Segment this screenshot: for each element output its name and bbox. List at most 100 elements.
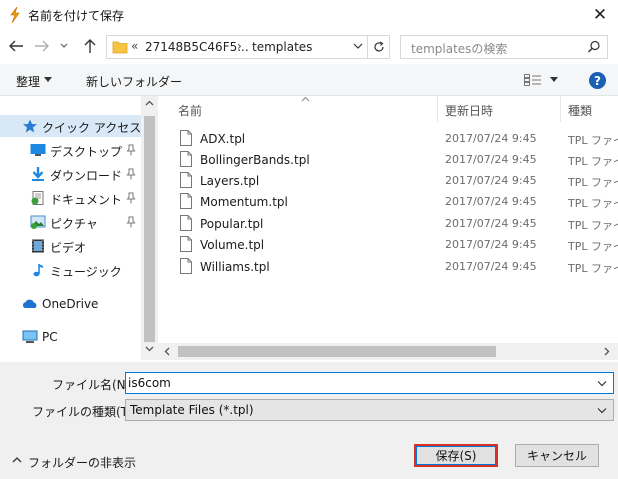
navigation-pane: クイック アクセス デスクトップ ダウンロード ドキュメント ピクチャ ビデオ …	[0, 96, 141, 360]
file-type: TPL ファイル	[568, 240, 618, 253]
documents-icon	[31, 191, 44, 205]
cancel-button[interactable]: キャンセル	[515, 444, 599, 467]
file-type: TPL ファイル	[568, 262, 618, 275]
file-icon	[180, 172, 192, 188]
forward-button[interactable]	[32, 36, 52, 56]
horizontal-scrollbar[interactable]	[158, 343, 618, 360]
back-button[interactable]	[6, 36, 26, 56]
nav-item-pc[interactable]: PC	[0, 326, 141, 348]
filename-label: ファイル名(N):	[52, 378, 135, 392]
file-row[interactable]: Volume.tpl 2017/07/24 9:45 TPL ファイル	[158, 235, 618, 256]
save-form: ファイル名(N): ファイルの種類(T): Template Files (*.…	[0, 362, 618, 479]
filetype-select[interactable]: Template Files (*.tpl)	[125, 399, 614, 421]
close-icon: ✕	[592, 5, 608, 25]
file-row[interactable]: Williams.tpl 2017/07/24 9:45 TPL ファイル	[158, 257, 618, 278]
search-box[interactable]: templatesの検索	[400, 35, 608, 59]
nav-item-quick-access[interactable]: クイック アクセス	[0, 115, 141, 137]
app-icon	[10, 6, 20, 24]
filename-input[interactable]	[128, 375, 588, 391]
folder-icon	[112, 41, 128, 54]
close-button[interactable]: ✕	[582, 0, 618, 30]
nav-label: PC	[42, 330, 58, 344]
nav-label: ダウンロード	[50, 169, 123, 183]
file-icon	[180, 215, 192, 231]
file-row[interactable]: Layers.tpl 2017/07/24 9:45 TPL ファイル	[158, 171, 618, 192]
caret-down-icon[interactable]	[44, 77, 52, 82]
breadcrumb-parent[interactable]: 27148B5C46F5...	[145, 40, 249, 54]
pin-icon[interactable]	[126, 192, 136, 204]
nav-item-documents[interactable]: ドキュメント	[0, 187, 141, 209]
pin-icon[interactable]	[126, 144, 136, 156]
file-date: 2017/07/24 9:45	[445, 174, 537, 187]
scrollbar-thumb[interactable]	[178, 346, 496, 357]
download-icon	[32, 167, 44, 181]
onedrive-icon	[22, 299, 37, 308]
file-type: TPL ファイル	[568, 219, 618, 232]
scroll-up-icon[interactable]	[145, 100, 154, 106]
scrollbar-thumb[interactable]	[144, 116, 155, 342]
navigation-scrollbar[interactable]	[141, 96, 158, 360]
column-header-date[interactable]: 更新日時	[445, 102, 493, 119]
file-icon	[180, 130, 192, 146]
pin-icon[interactable]	[126, 168, 136, 180]
breadcrumb-separator[interactable]: ›	[237, 39, 242, 53]
help-icon[interactable]: ?	[589, 72, 606, 89]
sort-ascending-icon	[301, 96, 310, 102]
filetype-label: ファイルの種類(T):	[32, 405, 137, 419]
nav-item-videos[interactable]: ビデオ	[0, 235, 141, 257]
nav-label: デスクトップ	[50, 145, 123, 159]
view-options-icon[interactable]	[524, 74, 542, 86]
recent-locations-button[interactable]	[58, 36, 70, 56]
file-date: 2017/07/24 9:45	[445, 153, 537, 166]
chevron-down-icon[interactable]	[353, 42, 363, 50]
column-header-name[interactable]: 名前	[178, 102, 202, 119]
address-bar[interactable]: « 27148B5C46F5... › templates	[106, 35, 368, 59]
hide-folders-label[interactable]: フォルダーの非表示	[28, 454, 136, 471]
scroll-right-icon[interactable]	[604, 347, 610, 356]
scroll-left-icon[interactable]	[164, 347, 170, 356]
organize-button[interactable]: 整理	[16, 73, 40, 90]
save-button[interactable]: 保存(S)	[414, 444, 498, 467]
file-icon	[180, 193, 192, 209]
file-type: TPL ファイル	[568, 176, 618, 189]
file-name: Popular.tpl	[200, 217, 264, 231]
pictures-icon	[30, 215, 46, 229]
up-button[interactable]	[80, 36, 100, 56]
column-separator[interactable]	[560, 96, 561, 122]
chevron-down-icon[interactable]	[597, 407, 607, 414]
search-input[interactable]: templatesの検索	[411, 40, 507, 57]
filename-field[interactable]	[125, 372, 614, 394]
breadcrumb-overflow[interactable]: «	[131, 39, 138, 53]
pc-icon	[22, 330, 38, 343]
video-icon	[32, 239, 44, 253]
nav-item-desktop[interactable]: デスクトップ	[0, 139, 141, 161]
caret-down-icon[interactable]	[550, 77, 558, 82]
file-row[interactable]: Popular.tpl 2017/07/24 9:45 TPL ファイル	[158, 214, 618, 235]
breadcrumb-current[interactable]: templates	[252, 40, 312, 54]
nav-item-downloads[interactable]: ダウンロード	[0, 163, 141, 185]
file-date: 2017/07/24 9:45	[445, 195, 537, 208]
music-icon	[33, 264, 43, 277]
file-row[interactable]: BollingerBands.tpl 2017/07/24 9:45 TPL フ…	[158, 150, 618, 171]
pin-icon[interactable]	[126, 216, 136, 228]
star-icon	[23, 119, 37, 133]
nav-item-onedrive[interactable]: OneDrive	[0, 293, 141, 315]
command-bar: 整理 新しいフォルダー ?	[0, 64, 618, 96]
file-row[interactable]: ADX.tpl 2017/07/24 9:45 TPL ファイル	[158, 129, 618, 150]
file-row[interactable]: Momentum.tpl 2017/07/24 9:45 TPL ファイル	[158, 192, 618, 213]
nav-label: クイック アクセス	[42, 121, 142, 135]
column-separator[interactable]	[437, 96, 438, 122]
file-name: Layers.tpl	[200, 174, 260, 188]
file-date: 2017/07/24 9:45	[445, 132, 537, 145]
search-icon[interactable]	[587, 40, 601, 54]
new-folder-button[interactable]: 新しいフォルダー	[86, 73, 182, 90]
file-icon	[180, 236, 192, 252]
nav-item-music[interactable]: ミュージック	[0, 259, 141, 281]
refresh-button[interactable]	[368, 35, 390, 59]
nav-item-pictures[interactable]: ピクチャ	[0, 211, 141, 233]
chevron-down-icon[interactable]	[597, 380, 607, 387]
column-header-type[interactable]: 種類	[568, 102, 592, 119]
scroll-down-icon[interactable]	[145, 346, 154, 352]
filetype-value: Template Files (*.tpl)	[130, 403, 254, 417]
file-icon	[180, 258, 192, 274]
